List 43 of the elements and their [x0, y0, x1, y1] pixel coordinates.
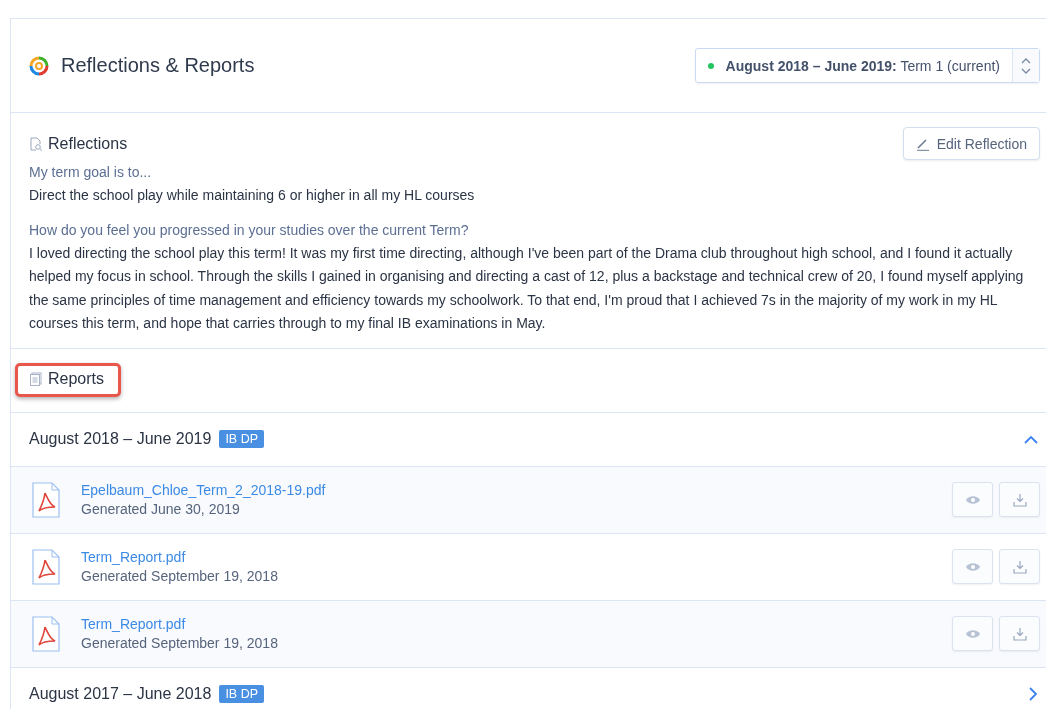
generated-date: Generated September 19, 2018	[81, 568, 278, 584]
chevron-up-icon	[1024, 434, 1038, 444]
question-text: My term goal is to...	[29, 164, 153, 180]
question-text: How do you feel you progressed in your studies over the current Term?	[29, 221, 470, 238]
download-icon	[1012, 559, 1027, 574]
page-title: Reflections & Reports	[61, 54, 255, 77]
download-button[interactable]	[999, 549, 1040, 584]
view-button[interactable]	[952, 482, 993, 517]
file-link[interactable]: Epelbaum_Chloe_Term_2_2018-19.pdf	[81, 482, 326, 498]
generated-date: Generated September 19, 2018	[81, 635, 278, 651]
pdf-file-icon	[31, 480, 61, 519]
report-group-header[interactable]: August 2017 – June 2018 IB DP	[11, 667, 1046, 709]
view-button[interactable]	[952, 616, 993, 651]
term-selector[interactable]: August 2018 – June 2019: Term 1 (current)	[694, 48, 1040, 83]
eye-icon	[964, 494, 981, 505]
pencil-icon	[915, 136, 930, 151]
term-label: August 2018 – June 2019: Term 1 (current)	[725, 57, 1001, 74]
download-button[interactable]	[999, 482, 1040, 517]
pdf-file-icon	[31, 614, 61, 653]
answer-text: I loved directing the school play this term! It was my first time directing, although I've been part of the Drama club throughout high school, and I found it actually helped my focus in school. Through the skills I gained in organising and directing a cast of 12, plus a backstage and technical crew of 20, I found myself applying the same principles of time management and efficiency towards my schoolwork. To that end, I'm proud that I achieved 7s in the majority of my work in my HL courses this term, and hope that carries through to my final IB examinations in May.	[29, 243, 1025, 333]
chevron-right-icon	[1029, 687, 1038, 701]
program-badge: IB DP	[219, 430, 265, 448]
eye-icon	[964, 561, 981, 572]
download-button[interactable]	[999, 616, 1040, 651]
section-title: Reports	[48, 370, 105, 388]
logo-icon	[29, 55, 49, 76]
download-icon	[1012, 492, 1027, 507]
section-title: Reflections	[48, 134, 128, 153]
generated-date: Generated June 30, 2019	[81, 501, 241, 517]
group-period: August 2017 – June 2018	[29, 685, 212, 703]
file-link[interactable]: Term_Report.pdf	[81, 549, 278, 565]
eye-icon	[964, 628, 981, 639]
report-group-header[interactable]: August 2018 – June 2019 IB DP	[11, 412, 1046, 467]
download-icon	[1012, 626, 1027, 641]
group-period: August 2018 – June 2019	[29, 430, 212, 448]
program-badge: IB DP	[219, 685, 265, 703]
document-icon	[29, 372, 43, 386]
answer-text: Direct the school play while maintaining 6 or higher in all my HL courses	[29, 186, 476, 205]
file-link[interactable]: Term_Report.pdf	[81, 616, 278, 632]
edit-reflection-button[interactable]: Edit Reflection	[902, 127, 1040, 160]
pdf-file-icon	[31, 547, 61, 586]
document-search-icon	[29, 136, 43, 151]
view-button[interactable]	[952, 549, 993, 584]
